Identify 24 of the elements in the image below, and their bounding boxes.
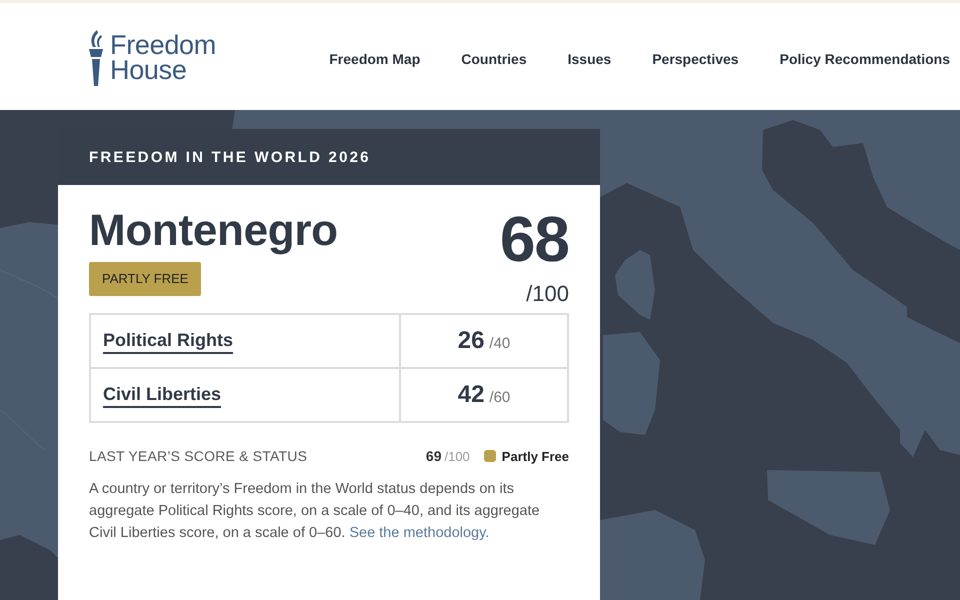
category-score-max: /40 xyxy=(489,334,510,352)
category-link[interactable]: Political Rights xyxy=(103,328,234,354)
methodology-link[interactable]: See the methodology. xyxy=(349,525,490,541)
category-score-max: /60 xyxy=(489,388,510,406)
total-score-max: /100 xyxy=(526,283,569,305)
nav-link[interactable]: Freedom Map xyxy=(329,51,420,67)
last-year-score-max: /100 xyxy=(444,448,470,464)
nav-link[interactable]: Policy Recommendations xyxy=(780,51,950,67)
torch-icon xyxy=(88,30,104,86)
last-year-score: 69 xyxy=(426,448,442,464)
total-score: 68 xyxy=(500,207,569,271)
category-score: 26 xyxy=(458,327,484,355)
country-name: Montenegro xyxy=(89,207,338,255)
nav-link[interactable]: Countries xyxy=(461,51,527,67)
logo-link[interactable]: Freedom House xyxy=(88,30,216,86)
nav-link[interactable]: Perspectives xyxy=(652,51,739,67)
report-title: FREEDOM IN THE WORLD 2026 xyxy=(89,148,371,166)
category-score: 42 xyxy=(458,381,484,409)
category-link[interactable]: Civil Liberties xyxy=(103,382,222,408)
status-badge: PARTLY FREE xyxy=(89,262,202,296)
last-year-heading: LAST YEAR’S SCORE & STATUS xyxy=(89,448,308,464)
last-year-status: Partly Free xyxy=(502,448,569,464)
description-text: A country or territory’s Freedom in the World status depends on its aggregate Political Rights score, on a scale of 0–40, and its aggregate Civil Liberties score, on a scale of 0–60. See the methodology. xyxy=(89,480,541,543)
nav-link[interactable]: Issues xyxy=(568,51,612,67)
